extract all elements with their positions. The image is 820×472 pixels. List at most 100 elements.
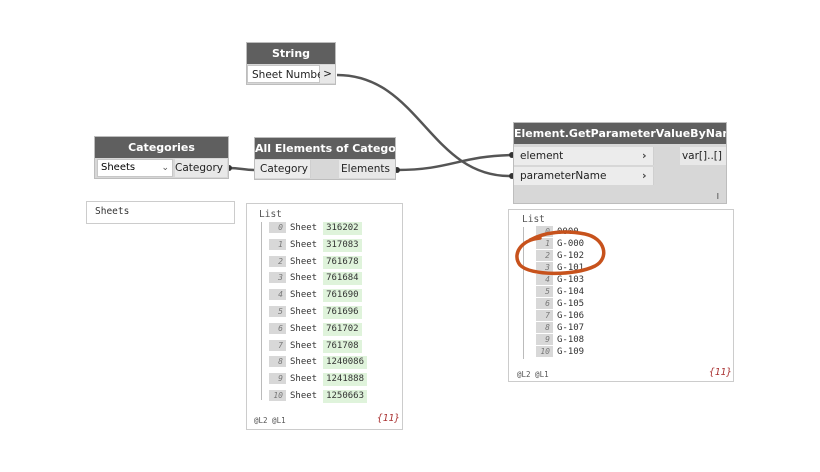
node-title: Categories bbox=[95, 137, 228, 158]
list-item: 8 Sheet 1240086 bbox=[269, 356, 368, 370]
element-id[interactable]: 761696 bbox=[323, 306, 362, 319]
list-index: 9 bbox=[269, 373, 286, 385]
category-output-port[interactable]: Category bbox=[175, 159, 227, 177]
wire-category-to-allelements[interactable] bbox=[228, 166, 255, 172]
parameter-value: G-101 bbox=[557, 263, 585, 273]
var-output-port[interactable]: var[]..[] bbox=[680, 147, 726, 165]
list-index: 8 bbox=[269, 356, 286, 368]
element-id[interactable]: 1241888 bbox=[323, 373, 368, 387]
level-labels: @L2 @L1 bbox=[254, 416, 286, 425]
element-input-port[interactable]: element bbox=[514, 147, 654, 165]
parameter-value: G-104 bbox=[557, 287, 585, 297]
getparameter-preview: List 0 0000 1 G-000 2 G-102 3 G-101 4 G-103 5 G-104… bbox=[508, 209, 734, 382]
list-item: 6 Sheet 761702 bbox=[269, 322, 362, 336]
list-item: 3 Sheet 761684 bbox=[269, 272, 362, 286]
chevron-down-icon: ⌄ bbox=[161, 163, 169, 173]
string-node[interactable]: String Sheet Number > bbox=[246, 42, 336, 85]
node-title: Element.GetParameterValueByName bbox=[514, 123, 726, 144]
element-type: Sheet bbox=[290, 307, 318, 317]
parameter-value: G-107 bbox=[557, 323, 585, 333]
list-item: 9 Sheet 1241888 bbox=[269, 373, 368, 387]
list-item: 2 G-102 bbox=[536, 250, 584, 262]
list-index: 10 bbox=[269, 390, 286, 401]
element-type: Sheet bbox=[290, 273, 318, 284]
getparameter-node[interactable]: Element.GetParameterValueByName element … bbox=[513, 122, 727, 204]
element-type: Sheet bbox=[290, 239, 318, 250]
parametername-input-port[interactable]: parameterName bbox=[514, 167, 654, 185]
categories-preview: Sheets bbox=[86, 201, 235, 224]
element-id[interactable]: 1250663 bbox=[323, 390, 368, 403]
list-item: 4 Sheet 761690 bbox=[269, 289, 362, 303]
list-index: 6 bbox=[269, 322, 286, 334]
elements-output-port[interactable]: Elements bbox=[339, 160, 395, 178]
list-index: 1 bbox=[269, 238, 286, 250]
element-type: Sheet bbox=[290, 323, 318, 334]
list-index: 7 bbox=[536, 310, 553, 321]
list-index: 1 bbox=[536, 238, 553, 249]
list-index: 3 bbox=[269, 272, 286, 284]
list-index: 5 bbox=[269, 306, 286, 317]
list-index: 7 bbox=[269, 339, 286, 351]
list-item: 1 G-000 bbox=[536, 238, 584, 250]
list-item: 10 G-109 bbox=[536, 346, 584, 358]
list-index: 4 bbox=[536, 274, 553, 285]
list-item: 5 Sheet 761696 bbox=[269, 306, 362, 319]
parameter-value: G-108 bbox=[557, 335, 585, 345]
list-index: 6 bbox=[536, 298, 553, 309]
list-item: 8 G-107 bbox=[536, 322, 584, 334]
list-index: 0 bbox=[536, 226, 553, 237]
categories-node[interactable]: Categories Sheets ⌄ Category bbox=[94, 136, 229, 179]
list-index: 9 bbox=[536, 334, 553, 345]
node-title: String bbox=[247, 43, 335, 64]
string-value-field[interactable]: Sheet Number bbox=[247, 65, 328, 83]
list-index: 10 bbox=[536, 346, 553, 357]
element-id[interactable]: 761690 bbox=[323, 289, 362, 303]
parameter-value: G-109 bbox=[557, 347, 585, 357]
category-dropdown[interactable]: Sheets ⌄ bbox=[97, 159, 173, 177]
parameter-value: G-000 bbox=[557, 239, 585, 249]
node-title: All Elements of Category bbox=[255, 138, 395, 159]
element-id[interactable]: 317083 bbox=[323, 238, 362, 252]
list-index: 2 bbox=[269, 255, 286, 267]
element-type: Sheet bbox=[290, 340, 318, 351]
element-type: Sheet bbox=[290, 256, 318, 267]
category-input-port[interactable]: Category bbox=[255, 160, 311, 178]
list-item: 2 Sheet 761678 bbox=[269, 255, 362, 269]
chevron-right-icon: › bbox=[642, 149, 647, 162]
element-type: Sheet bbox=[290, 357, 318, 368]
list-item: 5 G-104 bbox=[536, 286, 584, 298]
item-count: {11} bbox=[377, 413, 400, 424]
parameter-value: 0000 bbox=[557, 227, 579, 237]
item-count: {11} bbox=[709, 367, 732, 378]
list-index: 0 bbox=[269, 222, 286, 233]
element-id[interactable]: 761708 bbox=[323, 339, 362, 353]
chevron-right-icon: › bbox=[642, 169, 647, 182]
list-index: 2 bbox=[536, 250, 553, 261]
lacing-indicator: l bbox=[716, 192, 719, 201]
wire-elements-to-element[interactable] bbox=[396, 153, 513, 172]
element-type: Sheet bbox=[290, 391, 318, 401]
element-id[interactable]: 761684 bbox=[323, 272, 362, 286]
string-output-port[interactable]: > bbox=[320, 65, 335, 83]
list-header: List bbox=[259, 209, 282, 220]
element-id[interactable]: 316202 bbox=[323, 222, 362, 235]
parameter-value: G-102 bbox=[557, 251, 585, 261]
preview-value: Sheets bbox=[95, 206, 130, 217]
list-item: 7 Sheet 761708 bbox=[269, 339, 362, 353]
all-elements-node[interactable]: All Elements of Category Category Elemen… bbox=[254, 137, 396, 180]
list-item: 3 G-101 bbox=[536, 262, 584, 274]
list-index: 3 bbox=[536, 262, 553, 273]
all-elements-preview: List 0 Sheet 316202 1 Sheet 317083 2 Sheet 76167… bbox=[246, 203, 403, 430]
element-id[interactable]: 761702 bbox=[323, 322, 362, 336]
dropdown-value: Sheets bbox=[101, 162, 136, 173]
element-type: Sheet bbox=[290, 374, 318, 385]
element-id[interactable]: 1240086 bbox=[323, 356, 368, 370]
element-type: Sheet bbox=[290, 290, 318, 301]
list-item: 4 G-103 bbox=[536, 274, 584, 286]
tree-line bbox=[261, 222, 262, 400]
list-item: 6 G-105 bbox=[536, 298, 584, 310]
parameter-value: G-105 bbox=[557, 299, 585, 309]
tree-line bbox=[523, 227, 524, 359]
parameter-value: G-103 bbox=[557, 275, 585, 285]
element-id[interactable]: 761678 bbox=[323, 255, 362, 269]
